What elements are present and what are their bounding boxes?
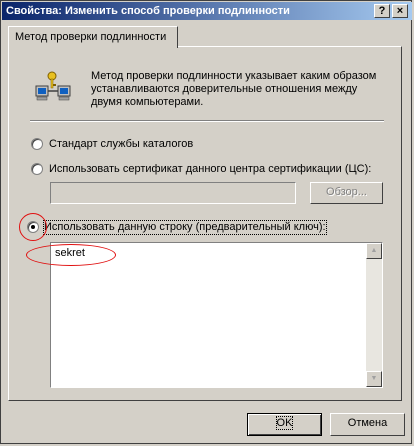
title-bar[interactable]: Свойства: Изменить способ проверки подли… <box>2 2 412 20</box>
textarea-scrollbar[interactable]: ▲ ▼ <box>366 243 382 387</box>
separator <box>30 120 384 122</box>
cancel-label: Отмена <box>347 417 388 429</box>
scroll-down-button[interactable]: ▼ <box>366 371 382 387</box>
scroll-up-button[interactable]: ▲ <box>366 243 382 259</box>
window-title: Свойства: Изменить способ проверки подли… <box>6 5 290 17</box>
browse-label: Обзор... <box>326 186 367 198</box>
ok-label: OK <box>275 416 294 430</box>
radio-directory-label[interactable]: Стандарт службы каталогов <box>49 138 193 151</box>
chevron-up-icon: ▲ <box>370 247 378 254</box>
close-button[interactable]: × <box>392 4 408 18</box>
tab-authentication-method[interactable]: Метод проверки подлинности <box>8 26 178 48</box>
browse-button[interactable]: Обзор... <box>310 182 383 204</box>
highlight-ring-value <box>26 244 116 266</box>
radio-preshared-label[interactable]: Использовать данную строку (предваритель… <box>43 220 327 235</box>
cancel-button[interactable]: Отмена <box>330 413 405 436</box>
tab-label: Метод проверки подлинности <box>15 31 167 43</box>
radio-certificate-label[interactable]: Использовать сертификат данного центра с… <box>49 163 371 176</box>
radio-certificate[interactable] <box>31 163 43 175</box>
network-computers-icon <box>35 71 71 101</box>
chevron-down-icon: ▼ <box>370 375 378 382</box>
ok-button[interactable]: OK <box>247 413 322 436</box>
help-icon: ? <box>378 5 386 17</box>
highlight-ring-radio <box>19 213 47 241</box>
radio-directory-standard[interactable] <box>31 138 43 150</box>
certificate-field[interactable] <box>50 182 296 204</box>
description-text: Метод проверки подлинности указывает как… <box>91 70 377 108</box>
close-icon: × <box>396 5 404 17</box>
help-button[interactable]: ? <box>374 4 390 18</box>
preshared-key-textarea[interactable]: sekret ▲ ▼ <box>50 242 383 388</box>
